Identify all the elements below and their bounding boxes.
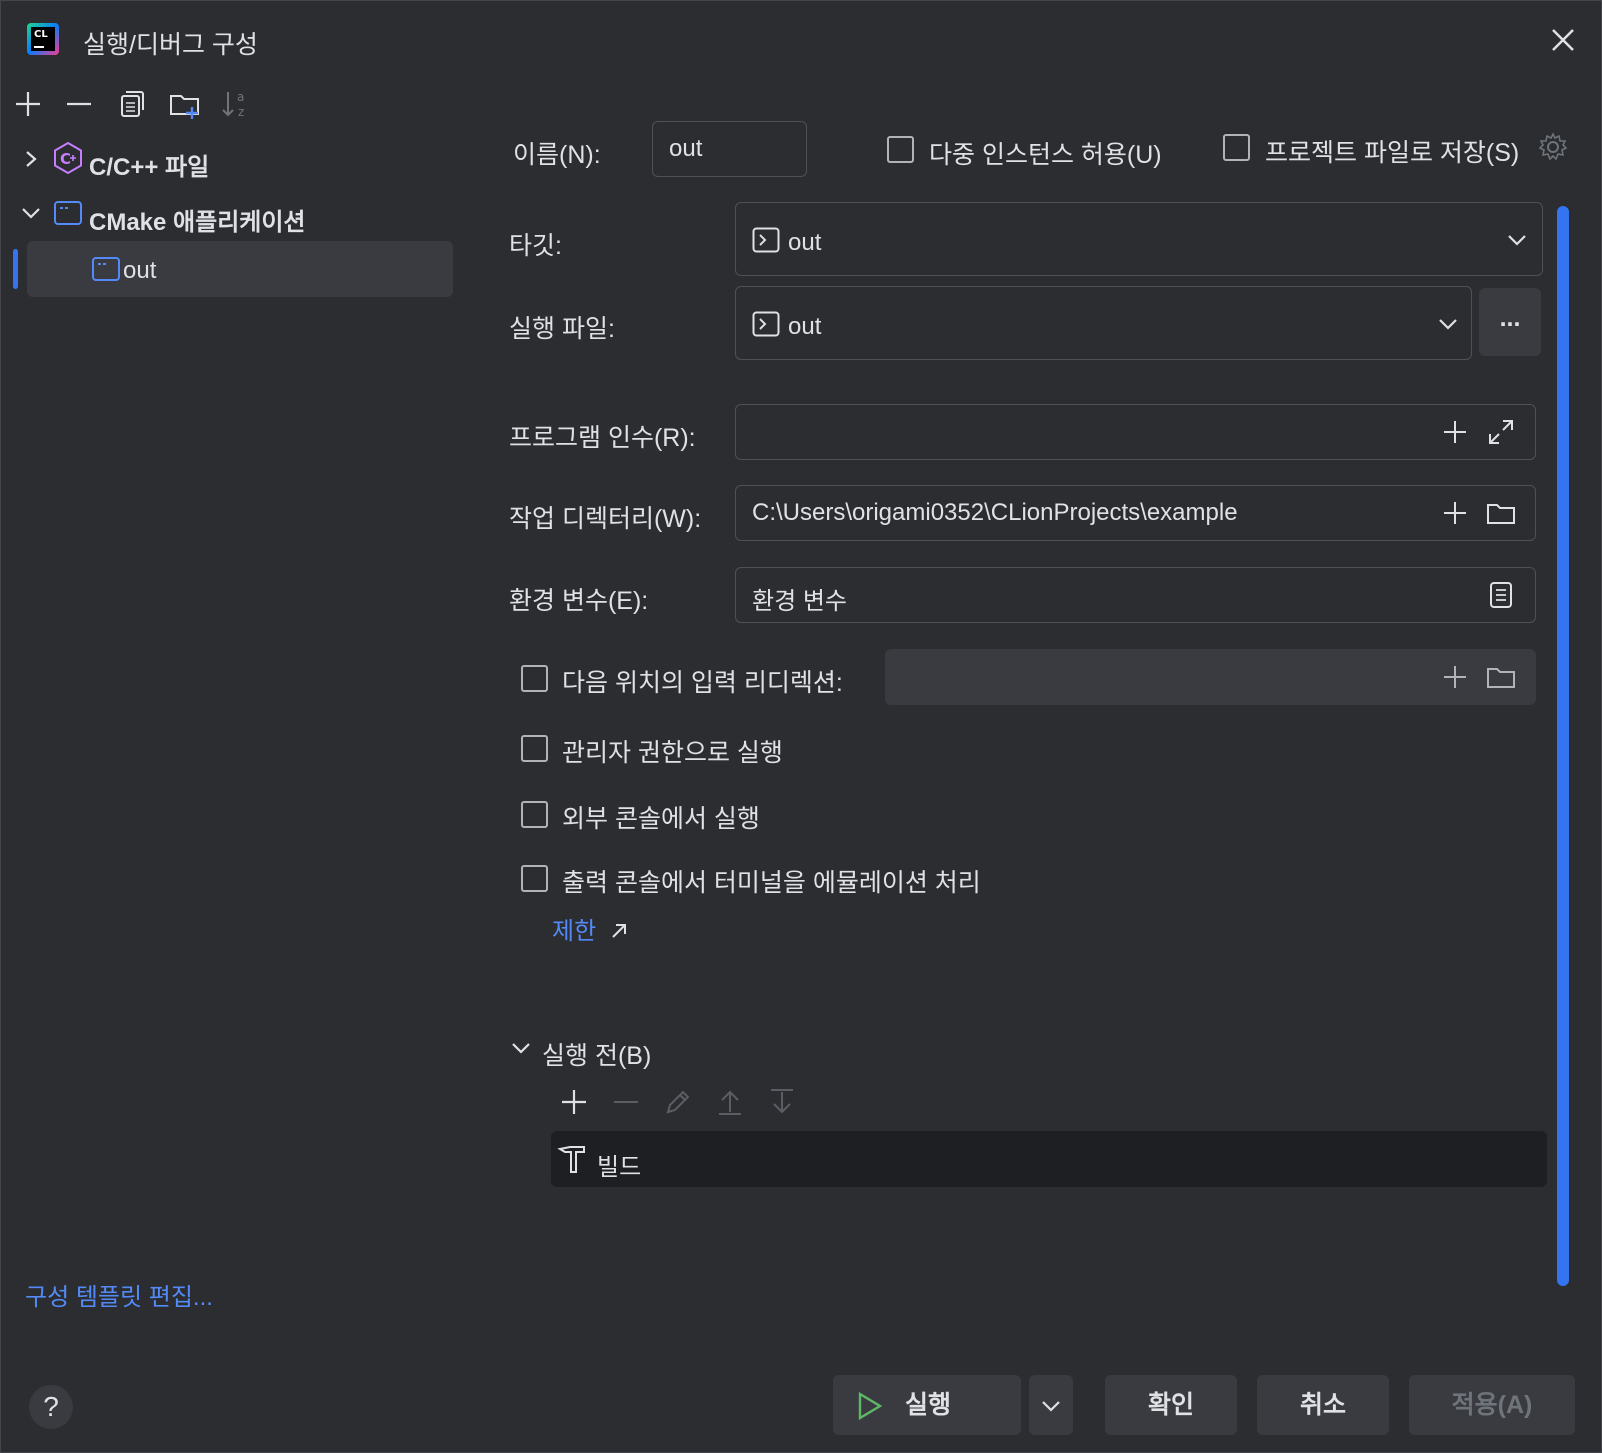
folder-icon[interactable] [1486,498,1516,528]
workdir-input[interactable]: C:\Users\origami0352\CLionProjects\examp… [735,485,1536,541]
tree-group-label: CMake 애플리케이션 [89,209,306,236]
run-button[interactable]: 실행 [833,1375,1021,1435]
redirect-label: 다음 위치의 입력 리디렉션: [562,669,843,697]
before-launch-label: 실행 전(B) [542,1042,652,1070]
exe-label: 실행 파일: [509,315,615,343]
run-dropdown-button[interactable] [1029,1375,1073,1435]
cmake-app-icon [92,257,120,281]
config-tree-panel: a z C C/C++ 파일 CMake 애플리케이션 out 구성 템플릿 편… [1,81,469,1341]
scrollbar[interactable] [1557,206,1569,1286]
add-icon[interactable] [559,1087,589,1117]
args-label: 프로그램 인수(R): [509,424,696,452]
dialog-title: 실행/디버그 구성 [83,31,258,59]
target-select[interactable]: out [735,202,1543,276]
target-label: 타깃: [509,232,562,260]
chevron-right-icon[interactable] [21,147,41,171]
run-icon [858,1391,883,1421]
chevron-down-icon[interactable] [1437,315,1459,333]
cpp-file-icon: C [54,141,82,175]
remove-icon[interactable] [62,87,96,121]
tree-group-cmake-app[interactable]: CMake 애플리케이션 [1,188,461,242]
tree-item-label: out [123,257,157,284]
svg-text:a: a [237,90,244,104]
folder-icon[interactable] [1486,662,1516,692]
limit-link[interactable]: 제한 [552,911,629,946]
emulate-terminal-label: 출력 콘솔에서 터미널을 에뮬레이션 처리 [562,869,981,897]
svg-text:C: C [60,150,71,168]
close-icon[interactable] [1546,23,1580,57]
add-icon[interactable] [11,87,45,121]
title-bar: CL 실행/디버그 구성 [1,1,1601,81]
move-down-icon[interactable] [767,1087,797,1117]
multi-instance-label: 다중 인스턴스 허용(U) [929,141,1162,169]
admin-checkbox[interactable] [521,735,548,762]
before-launch-task-build[interactable]: 빌드 [551,1131,1547,1187]
admin-label: 관리자 권한으로 실행 [562,739,783,767]
workdir-label: 작업 디렉터리(W): [509,505,702,533]
external-console-label: 외부 콘솔에서 실행 [562,805,760,833]
edit-templates-link[interactable]: 구성 템플릿 편집... [25,1277,213,1312]
save-project-label: 프로젝트 파일로 저장(S) [1265,139,1520,167]
name-input[interactable]: out [652,121,807,177]
env-label: 환경 변수(E): [509,587,649,615]
tree-group-label: C/C++ 파일 [89,154,210,181]
multi-instance-checkbox[interactable] [887,136,914,163]
save-project-checkbox[interactable] [1223,134,1250,161]
tree-group-cpp-file[interactable]: C C/C++ 파일 [1,133,461,187]
apply-button[interactable]: 적용(A) [1409,1375,1575,1435]
terminal-icon [752,227,780,253]
sort-icon[interactable]: a z [219,87,253,121]
remove-icon[interactable] [611,1087,641,1117]
external-console-checkbox[interactable] [521,801,548,828]
ok-button[interactable]: 확인 [1105,1375,1237,1435]
clion-logo-icon: CL [27,23,59,55]
svg-text:z: z [238,105,244,119]
gear-icon[interactable] [1538,132,1568,162]
edit-icon[interactable] [663,1087,693,1117]
move-up-icon[interactable] [715,1087,745,1117]
chevron-down-icon[interactable] [1506,231,1528,249]
cancel-button[interactable]: 취소 [1257,1375,1389,1435]
external-link-icon [612,924,626,938]
help-button[interactable]: ? [29,1385,73,1429]
copy-icon[interactable] [114,87,148,121]
add-macro-icon[interactable] [1440,498,1470,528]
terminal-icon [752,311,780,337]
env-input[interactable]: 환경 변수 [735,567,1536,623]
add-macro-icon[interactable] [1440,417,1470,447]
cmake-app-icon [54,201,82,225]
selection-marker [13,249,18,289]
args-input[interactable] [735,404,1536,460]
chevron-down-icon [1042,1401,1060,1412]
name-label: 이름(N): [513,141,601,169]
redirect-checkbox[interactable] [521,665,548,692]
chevron-down-icon[interactable] [509,1038,533,1058]
new-folder-icon[interactable] [168,87,202,121]
add-macro-icon[interactable] [1440,662,1470,692]
emulate-terminal-checkbox[interactable] [521,865,548,892]
list-edit-icon[interactable] [1486,580,1516,610]
expand-icon[interactable] [1486,417,1516,447]
redirect-input[interactable] [885,649,1536,705]
exe-select[interactable]: out [735,286,1472,360]
hammer-icon [557,1146,585,1173]
chevron-down-icon[interactable] [19,203,43,223]
exe-browse-button[interactable]: ... [1479,288,1541,356]
tree-item-out[interactable]: out [27,241,453,297]
run-debug-config-dialog: CL 실행/디버그 구성 a z C C/C++ 파일 CMake 애플리케이션… [0,0,1602,1453]
